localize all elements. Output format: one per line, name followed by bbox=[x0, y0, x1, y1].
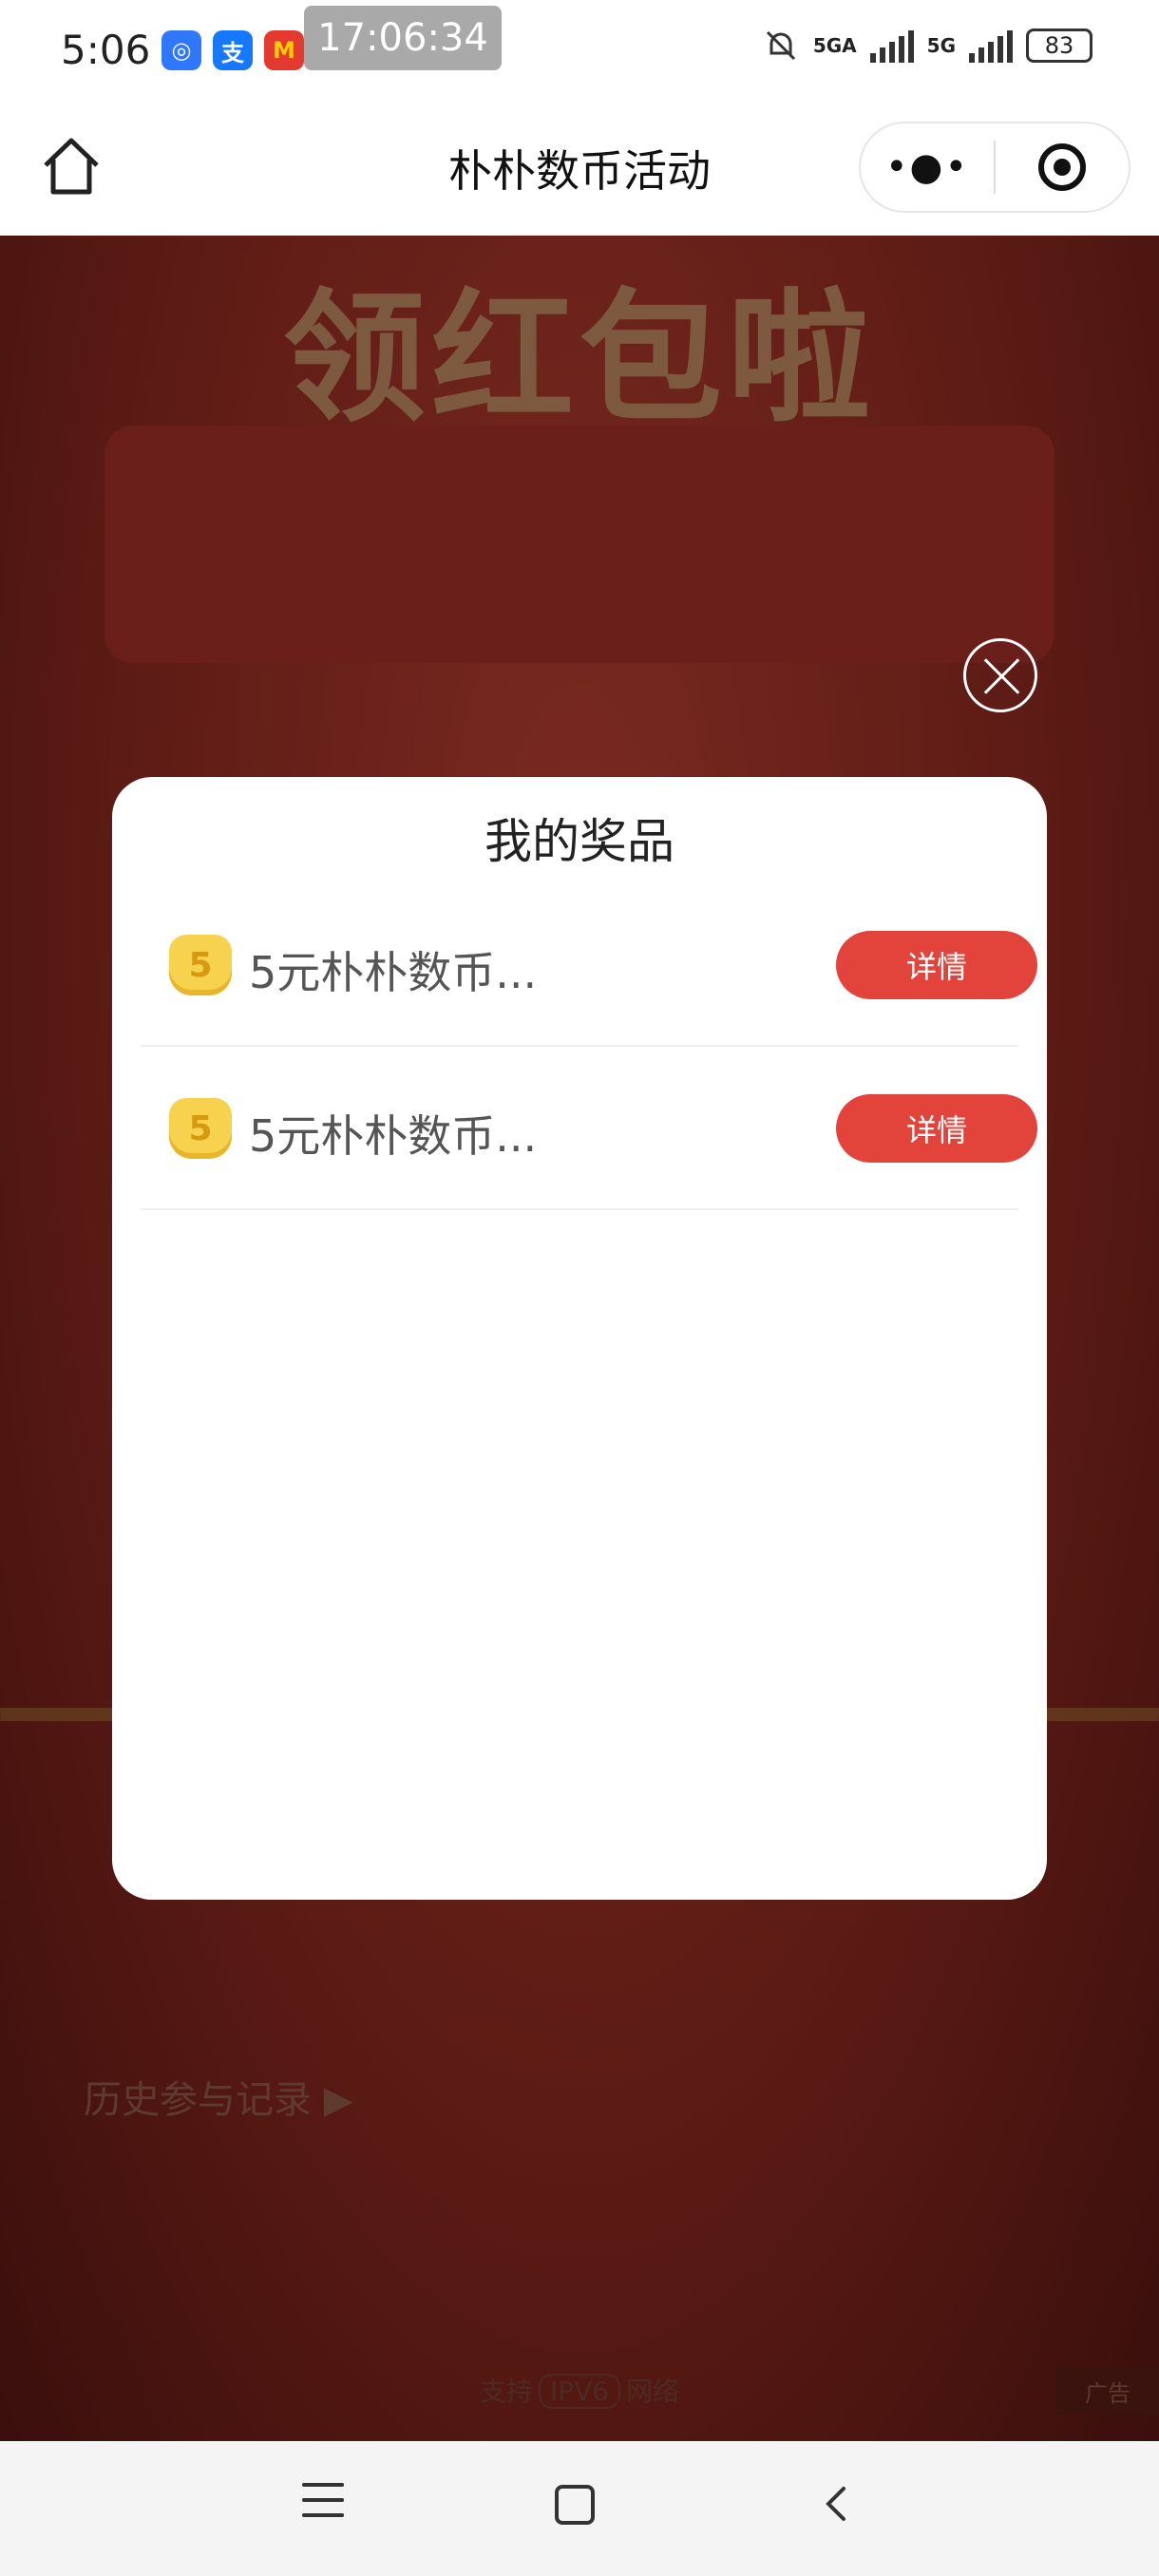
ipv6-support-note: 支持 IPV6 网络 bbox=[0, 2371, 1159, 2409]
menu-capsule: •●• bbox=[859, 122, 1130, 213]
ad-label[interactable]: 广告 bbox=[1056, 2367, 1159, 2415]
history-record-link[interactable]: 历史参与记录 ▶ bbox=[84, 2069, 352, 2124]
prize-name: 5元朴朴数币... bbox=[249, 947, 538, 998]
recent-apps-icon[interactable] bbox=[302, 2483, 344, 2521]
mcdonalds-notification-icon: M bbox=[264, 30, 304, 70]
notification-app-icons: ◎ 支 M bbox=[162, 30, 304, 70]
battery-icon: 83 bbox=[1026, 28, 1092, 63]
ipv6-prefix: 支持 bbox=[479, 2376, 533, 2407]
prize-name: 5元朴朴数币... bbox=[249, 1110, 538, 1162]
home-square-icon[interactable] bbox=[555, 2485, 595, 2525]
signal-icon bbox=[969, 28, 1013, 63]
status-bar: 5:06 ◎ 支 M ... 17:06:34 5GA 5G 83 bbox=[0, 0, 1159, 104]
network-type-1: 5GA bbox=[812, 34, 857, 57]
ipv6-suffix: 网络 bbox=[626, 2376, 680, 2407]
detail-button[interactable]: 详情 bbox=[836, 1094, 1037, 1163]
banner-ribbon bbox=[104, 426, 1054, 663]
system-navigation-bar bbox=[0, 2441, 1159, 2576]
mute-bell-icon bbox=[766, 30, 795, 61]
clock-overlay: 17:06:34 bbox=[304, 6, 502, 70]
app-notification-icon: ◎ bbox=[162, 30, 201, 70]
more-options-button[interactable]: •●• bbox=[861, 123, 994, 211]
banner-title: 领红包啦 bbox=[282, 275, 876, 442]
status-time: 5:06 bbox=[61, 27, 151, 73]
network-type-2: 5G bbox=[926, 34, 956, 57]
modal-close-icon[interactable] bbox=[963, 638, 1037, 712]
detail-button[interactable]: 详情 bbox=[836, 931, 1037, 999]
alipay-notification-icon: 支 bbox=[213, 30, 253, 70]
mini-program-navbar: 朴朴数币活动 •●• bbox=[0, 104, 1159, 236]
modal-title: 我的奖品 bbox=[484, 814, 674, 869]
prize-item: 5 5元朴朴数币... 详情 bbox=[141, 1047, 1037, 1210]
coin-icon: 5 bbox=[169, 1098, 232, 1159]
target-icon bbox=[1037, 143, 1086, 191]
my-prizes-modal: 我的奖品 5 5元朴朴数币... 详情 5 5元朴朴数币... 详情 bbox=[112, 777, 1047, 1900]
coin-icon: 5 bbox=[169, 935, 232, 995]
back-icon[interactable] bbox=[817, 2485, 855, 2523]
prize-item: 5 5元朴朴数币... 详情 bbox=[141, 883, 1037, 1047]
status-indicators: 5GA 5G 83 bbox=[762, 27, 1092, 65]
ipv6-badge: IPV6 bbox=[538, 2374, 621, 2409]
signal-icon bbox=[869, 28, 914, 63]
close-miniprogram-button[interactable] bbox=[996, 123, 1129, 211]
